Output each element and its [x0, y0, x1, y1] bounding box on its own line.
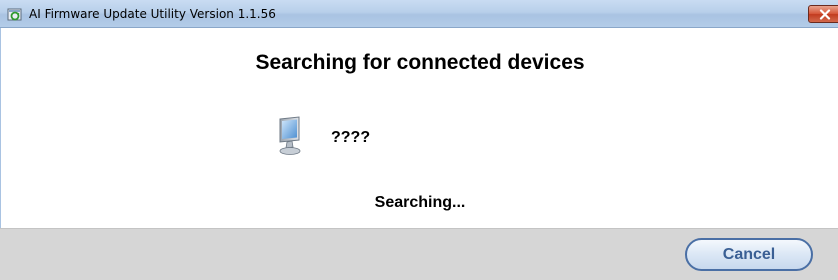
close-button[interactable]	[808, 5, 838, 23]
device-name: ????	[331, 129, 371, 146]
close-icon	[819, 9, 831, 20]
computer-monitor-icon	[277, 116, 307, 156]
cancel-button[interactable]: Cancel	[685, 238, 813, 271]
page-title: Searching for connected devices	[255, 51, 585, 74]
main-content: Searching for connected devices ???? Sea…	[0, 28, 838, 228]
status-text: Searching...	[374, 194, 466, 211]
button-bar: Cancel	[0, 228, 838, 280]
window-title: AI Firmware Update Utility Version 1.1.5…	[29, 7, 276, 21]
app-refresh-icon	[7, 6, 23, 22]
title-bar[interactable]: AI Firmware Update Utility Version 1.1.5…	[0, 0, 838, 28]
app-window: AI Firmware Update Utility Version 1.1.5…	[0, 0, 838, 280]
